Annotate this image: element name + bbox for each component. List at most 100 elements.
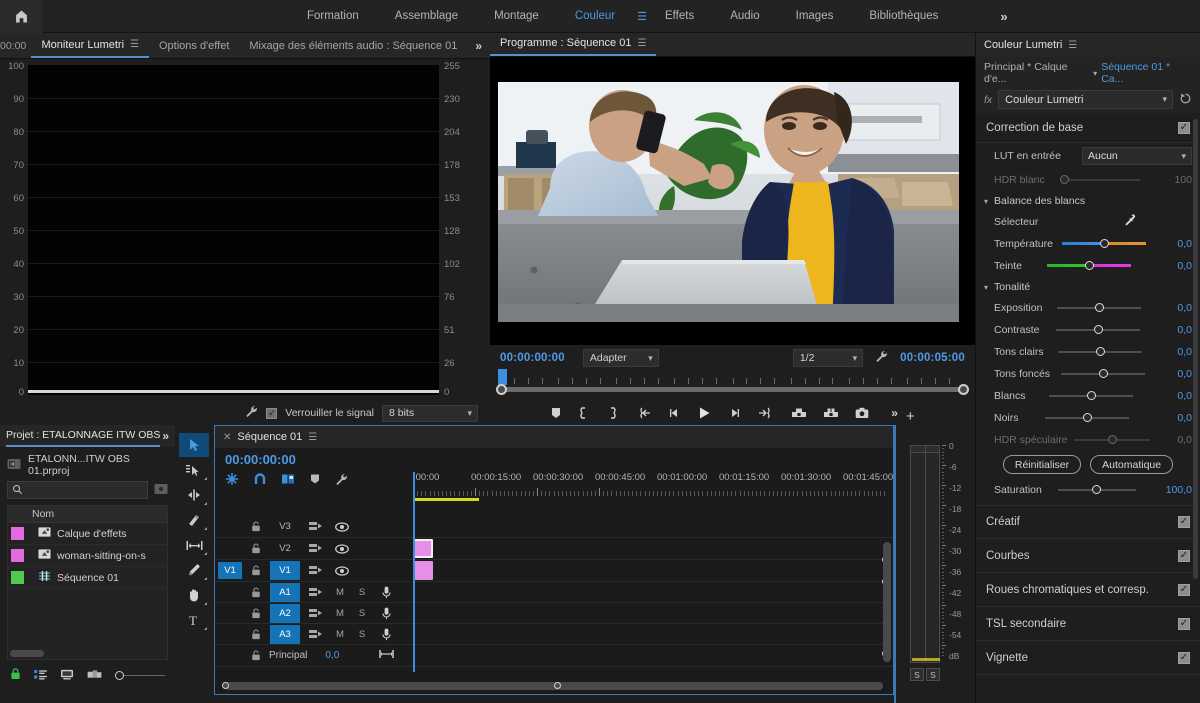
lift-button[interactable] (791, 407, 807, 419)
source-track-indicator-v1[interactable]: V1 (218, 562, 242, 579)
tint-slider[interactable] (1047, 259, 1132, 273)
list-view-icon[interactable] (34, 669, 47, 683)
track-visibility-icon[interactable] (329, 521, 355, 532)
timeline-tracks[interactable]: V3 V2 V1 V1 A1 M S A2 M S A3 M S Princip… (215, 472, 893, 676)
section-enable-checkbox[interactable]: ✓ (1178, 651, 1190, 664)
exposition-value[interactable]: 0,0 (1162, 302, 1192, 314)
reset-icon[interactable] (1179, 92, 1192, 108)
timeline-clip-v2[interactable] (413, 539, 433, 558)
track-name[interactable]: A1 (270, 582, 300, 602)
program-scrub-bar[interactable] (490, 369, 975, 397)
nav-couleur[interactable]: Couleur (557, 6, 633, 26)
timeline-menu-icon[interactable]: ☰ (308, 432, 317, 443)
sync-lock-icon[interactable] (303, 521, 329, 532)
home-button[interactable] (0, 0, 42, 33)
track-solo-button[interactable]: S (351, 587, 373, 598)
nav-assemblage[interactable]: Assemblage (377, 6, 476, 26)
play-stop-button[interactable] (697, 406, 712, 420)
section-roues-chromatiques[interactable]: Roues chromatiques et corresp. ✓ (976, 573, 1200, 607)
nest-sequence-icon[interactable] (225, 472, 239, 489)
noirs-value[interactable]: 0,0 (1162, 412, 1192, 424)
pan-balance-icon[interactable] (379, 649, 395, 662)
section-enable-checkbox[interactable]: ✓ (1178, 617, 1190, 630)
tint-value[interactable]: 0,0 (1162, 260, 1192, 272)
hdr-white-value[interactable]: 100 (1162, 174, 1192, 186)
bit-depth-select[interactable]: 8 bits ▾ (382, 404, 478, 422)
track-mute-button[interactable]: M (329, 587, 351, 598)
view-range-end-handle[interactable] (958, 384, 969, 395)
section-enable-checkbox[interactable]: ✓ (1178, 549, 1190, 562)
program-video-surface[interactable] (490, 57, 975, 345)
track-lock-icon[interactable] (245, 607, 267, 619)
timeline-playhead-timecode[interactable]: 00:00:00:00 (225, 452, 296, 467)
hdr-speculaire-value[interactable]: 0,0 (1162, 434, 1192, 446)
track-lock-icon[interactable] (245, 650, 267, 661)
freeform-view-icon[interactable] (87, 669, 102, 683)
scope-graph-area[interactable]: 100 90 80 70 60 50 40 30 20 10 0 255 230… (0, 59, 490, 399)
razor-tool[interactable] (179, 508, 209, 532)
microphone-icon[interactable] (373, 586, 399, 599)
section-enable-checkbox[interactable]: ✓ (1178, 121, 1190, 134)
chevron-down-icon[interactable]: ▾ (984, 283, 988, 292)
timeline-ruler[interactable]: :00:00 00:00:15:00 00:00:30:00 00:00:45:… (413, 472, 893, 506)
lumetri-scrollbar[interactable] (1193, 119, 1198, 579)
nav-overflow-button[interactable]: » (1000, 9, 1007, 24)
program-scrub-track[interactable] (500, 387, 965, 392)
add-marker-button[interactable] (550, 407, 562, 419)
step-back-button[interactable] (668, 407, 681, 419)
track-lock-icon[interactable] (245, 543, 267, 554)
ripple-edit-tool[interactable] (179, 483, 209, 507)
transport-overflow-button[interactable]: » (891, 406, 898, 420)
solo-button-left[interactable]: S (910, 668, 924, 681)
list-item[interactable]: Séquence 01 (8, 567, 167, 589)
project-item-list[interactable]: Nom Calque d'effets woman-sitting-on-s S… (7, 505, 168, 660)
hdr-white-slider[interactable] (1060, 173, 1141, 187)
workspace-menu-icon[interactable]: ☰ (637, 10, 647, 23)
hand-tool[interactable] (179, 583, 209, 607)
sync-lock-icon[interactable] (303, 565, 329, 576)
nav-formation[interactable]: Formation (289, 6, 377, 26)
view-range-start-handle[interactable] (496, 384, 507, 395)
nav-montage[interactable]: Montage (476, 6, 557, 26)
project-tab-overflow[interactable]: » (162, 429, 169, 443)
button-editor-button[interactable]: + (906, 408, 915, 425)
hdr-speculaire-slider[interactable] (1073, 433, 1150, 447)
go-to-in-button[interactable] (638, 407, 652, 419)
project-horizontal-scrollbar[interactable] (10, 650, 44, 657)
pen-tool[interactable] (179, 558, 209, 582)
tons-clairs-slider[interactable] (1057, 345, 1142, 359)
timeline-clip-v1[interactable] (413, 561, 433, 580)
tab-moniteur-lumetri[interactable]: Moniteur Lumetri ☰ (31, 34, 149, 58)
zoom-slider[interactable] (115, 671, 165, 680)
microphone-icon[interactable] (373, 628, 399, 641)
lock-icon[interactable] (10, 668, 21, 683)
track-row-v2[interactable]: V2 (215, 538, 893, 560)
sync-lock-icon[interactable] (303, 587, 329, 598)
export-frame-button[interactable] (855, 407, 869, 419)
track-lock-icon[interactable] (245, 521, 267, 532)
add-marker-icon[interactable] (309, 473, 321, 488)
nav-audio[interactable]: Audio (712, 6, 777, 26)
track-row-a3[interactable]: A3 M S (215, 624, 893, 645)
sync-lock-icon[interactable] (303, 543, 329, 554)
type-tool[interactable]: T (179, 608, 209, 632)
slip-tool[interactable] (179, 533, 209, 557)
track-select-forward-tool[interactable] (179, 458, 209, 482)
automatique-button[interactable]: Automatique (1090, 455, 1174, 474)
section-tsl-secondaire[interactable]: TSL secondaire ✓ (976, 607, 1200, 641)
scopes-tab-overflow[interactable]: » (467, 39, 490, 53)
track-mute-button[interactable]: M (329, 608, 351, 619)
tab-mixage-audio[interactable]: Mixage des éléments audio : Séquence 01 (239, 34, 467, 58)
snap-icon[interactable] (253, 472, 267, 489)
target-master-label[interactable]: Principal * Calque d'e... (984, 61, 1089, 85)
waveform-graph[interactable]: 100 90 80 70 60 50 40 30 20 10 0 255 230… (8, 61, 460, 398)
temperature-slider[interactable] (1062, 237, 1147, 251)
nav-bibliotheques[interactable]: Bibliothèques (851, 6, 956, 26)
program-settings-icon[interactable] (875, 350, 888, 366)
input-lut-select[interactable]: Aucun ▾ (1082, 147, 1192, 165)
tons-fonces-value[interactable]: 0,0 (1162, 368, 1192, 380)
track-solo-button[interactable]: S (351, 608, 373, 619)
effect-select[interactable]: Couleur Lumetri ▾ (998, 90, 1173, 109)
nav-effets[interactable]: Effets (647, 6, 712, 26)
fit-zoom-select[interactable]: Adapter ▾ (582, 349, 659, 367)
